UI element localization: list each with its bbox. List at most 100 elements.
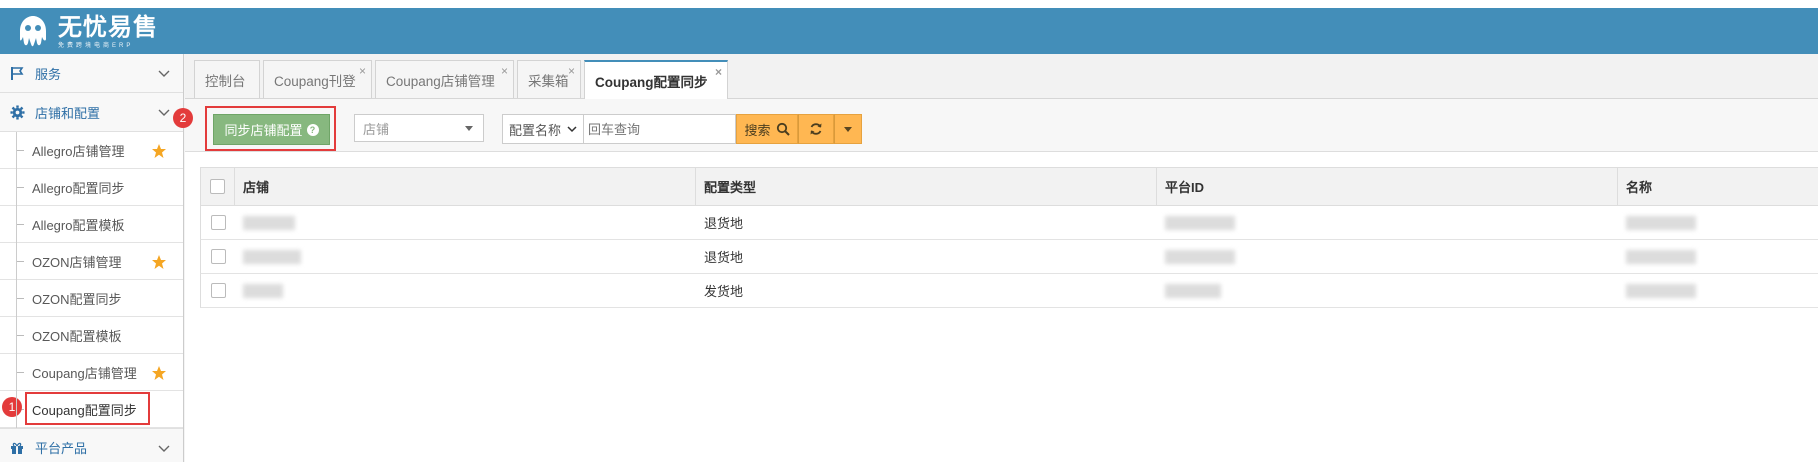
tab-coupang-listing[interactable]: Coupang刊登 × xyxy=(263,60,372,98)
sidebar-item-label: OZON店铺管理 xyxy=(32,254,122,270)
column-header-platform-id[interactable]: 平台ID xyxy=(1157,168,1618,205)
search-input[interactable] xyxy=(584,114,736,144)
logo-subtitle: 免费跨境电商ERP xyxy=(58,43,134,49)
tab-bar: 控制台 Coupang刊登 × Coupang店铺管理 × 采集箱 × Coup… xyxy=(185,54,1818,99)
table-header: 店铺 配置类型 平台ID 名称 xyxy=(200,167,1818,206)
config-type-cell: 退货地 xyxy=(704,216,744,231)
redacted-value xyxy=(243,283,283,298)
redacted-value xyxy=(1626,215,1696,230)
column-header-config-type[interactable]: 配置类型 xyxy=(696,168,1157,205)
search-icon xyxy=(776,122,790,136)
gift-icon xyxy=(9,440,25,456)
sidebar-item-label: Allegro店铺管理 xyxy=(32,143,125,159)
star-icon[interactable] xyxy=(151,365,167,381)
sidebar-item-label: Allegro配置同步 xyxy=(32,180,125,196)
sidebar-item-label: Coupang店铺管理 xyxy=(32,365,137,381)
tab-coupang-config-sync[interactable]: Coupang配置同步 × xyxy=(584,60,728,99)
more-options-button[interactable] xyxy=(834,114,862,144)
sidebar-item-label: Allegro配置模板 xyxy=(32,217,125,233)
table-row[interactable]: 发货地 xyxy=(200,274,1818,308)
main-content: 控制台 Coupang刊登 × Coupang店铺管理 × 采集箱 × Coup… xyxy=(173,54,1818,462)
row-select-cell xyxy=(201,274,235,307)
tab-coupang-shop[interactable]: Coupang店铺管理 × xyxy=(375,60,514,98)
tab-label: Coupang店铺管理 xyxy=(386,73,495,89)
platform-id-cell xyxy=(1157,274,1618,307)
logo[interactable]: 无忧易售 免费跨境电商ERP xyxy=(14,12,158,52)
search-button[interactable]: 搜索 xyxy=(736,114,798,144)
tab-collection-box[interactable]: 采集箱 × xyxy=(517,60,581,98)
sidebar-group-platform-products[interactable]: 平台产品 xyxy=(0,428,183,462)
chevron-down-icon xyxy=(158,445,170,452)
sidebar-item-allegro-template[interactable]: Allegro配置模板 xyxy=(0,206,183,243)
step-badge-2: 2 xyxy=(173,108,193,128)
tab-label: 采集箱 xyxy=(528,73,569,89)
name-cell xyxy=(1618,206,1818,239)
step-badge-1: 1 xyxy=(2,397,22,417)
redacted-value xyxy=(1165,215,1235,230)
table-row[interactable]: 退货地 xyxy=(200,206,1818,240)
chevron-down-icon xyxy=(158,109,170,116)
sync-shop-config-button[interactable]: 同步店铺配置 ? xyxy=(213,114,330,145)
caret-down-icon xyxy=(844,126,852,132)
redacted-value xyxy=(1626,283,1696,298)
top-strip xyxy=(0,0,1818,8)
column-header-name[interactable]: 名称 xyxy=(1618,168,1818,205)
logo-title: 无忧易售 xyxy=(58,14,158,41)
close-icon[interactable]: × xyxy=(715,66,722,78)
sidebar-item-ozon-sync[interactable]: OZON配置同步 xyxy=(0,280,183,317)
row-checkbox[interactable] xyxy=(210,215,226,230)
sidebar-item-allegro-shop[interactable]: Allegro店铺管理 xyxy=(0,132,183,169)
redacted-value xyxy=(1165,283,1221,298)
octopus-logo-icon xyxy=(20,16,46,47)
active-item-highlight xyxy=(25,392,150,425)
refresh-button[interactable] xyxy=(798,114,834,144)
row-checkbox[interactable] xyxy=(210,249,226,264)
config-type-cell: 退货地 xyxy=(704,250,744,265)
star-icon[interactable] xyxy=(151,143,167,159)
sidebar-item-coupang-shop[interactable]: Coupang店铺管理 xyxy=(0,354,183,391)
name-cell xyxy=(1618,240,1818,273)
toolbar: 2 同步店铺配置 ? 店铺 配置名称 搜索 xyxy=(173,99,1818,152)
row-select-cell xyxy=(201,206,235,239)
search-field-value: 配置名称 xyxy=(509,122,562,138)
sidebar-group-label: 平台产品 xyxy=(35,441,88,456)
tab-label: 控制台 xyxy=(205,73,246,89)
sidebar-group-label: 店铺和配置 xyxy=(35,105,101,121)
close-icon[interactable]: × xyxy=(359,65,366,77)
gear-icon xyxy=(9,104,25,120)
table-row[interactable]: 退货地 xyxy=(200,240,1818,274)
redacted-value xyxy=(243,249,301,264)
sidebar-group-label: 服务 xyxy=(35,66,62,82)
shop-cell xyxy=(235,240,696,273)
sidebar-item-ozon-template[interactable]: OZON配置模板 xyxy=(0,317,183,354)
close-icon[interactable]: × xyxy=(501,65,508,77)
shop-select-placeholder: 店铺 xyxy=(363,121,390,137)
sidebar-item-label: OZON配置同步 xyxy=(32,291,122,307)
sidebar-item-allegro-sync[interactable]: Allegro配置同步 xyxy=(0,169,183,206)
row-checkbox[interactable] xyxy=(210,283,226,298)
select-all-checkbox[interactable] xyxy=(210,179,225,194)
help-icon[interactable]: ? xyxy=(306,123,319,136)
sync-button-label: 同步店铺配置 xyxy=(224,123,303,138)
shop-cell xyxy=(235,206,696,239)
search-group: 配置名称 搜索 xyxy=(502,114,862,144)
shop-cell xyxy=(235,274,696,307)
sync-button-highlight: 同步店铺配置 ? xyxy=(205,106,336,151)
sidebar-group-service[interactable]: 服务 xyxy=(0,54,183,93)
redacted-value xyxy=(1626,249,1696,264)
star-icon[interactable] xyxy=(151,254,167,270)
sidebar-submenu: Allegro店铺管理 Allegro配置同步 Allegro配置模板 OZON… xyxy=(0,132,183,428)
config-type-cell: 发货地 xyxy=(704,284,744,299)
sidebar: 服务 店铺和配置 Allegro店铺管理 Allegro配置同步 Allegro… xyxy=(0,54,184,462)
app-header: 无忧易售 免费跨境电商ERP xyxy=(0,8,1818,54)
column-header-shop[interactable]: 店铺 xyxy=(235,168,696,205)
platform-id-cell xyxy=(1157,206,1618,239)
sidebar-item-ozon-shop[interactable]: OZON店铺管理 xyxy=(0,243,183,280)
row-select-cell xyxy=(201,240,235,273)
sidebar-group-shop-config[interactable]: 店铺和配置 xyxy=(0,93,183,132)
shop-select[interactable]: 店铺 xyxy=(354,114,484,142)
search-field-select[interactable]: 配置名称 xyxy=(502,114,584,144)
config-table: 店铺 配置类型 平台ID 名称 退货地 退货地 发货地 xyxy=(200,167,1818,308)
tab-dashboard[interactable]: 控制台 xyxy=(194,60,260,98)
close-icon[interactable]: × xyxy=(568,65,575,77)
